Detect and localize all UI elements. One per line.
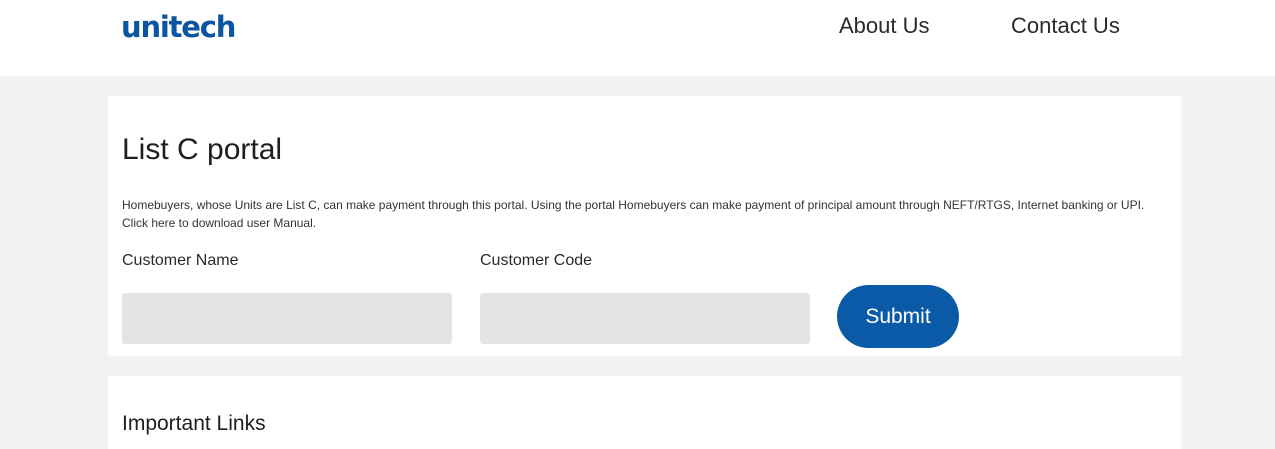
- customer-code-input[interactable]: [480, 293, 810, 344]
- site-header: unitech About Us Contact Us: [0, 0, 1275, 76]
- portal-description: Homebuyers, whose Units are List C, can …: [122, 198, 1145, 230]
- customer-name-label: Customer Name: [122, 252, 239, 269]
- nav-about-us[interactable]: About Us: [839, 12, 930, 40]
- important-links-title: Important Links: [122, 412, 266, 435]
- page-title: List C portal: [122, 133, 283, 166]
- submit-button[interactable]: Submit: [837, 285, 959, 348]
- customer-code-label: Customer Code: [480, 252, 593, 269]
- customer-name-input[interactable]: [122, 293, 452, 344]
- important-links-card: [108, 376, 1181, 449]
- unitech-logo[interactable]: unitech: [121, 9, 236, 45]
- nav-contact-us[interactable]: Contact Us: [1011, 12, 1120, 40]
